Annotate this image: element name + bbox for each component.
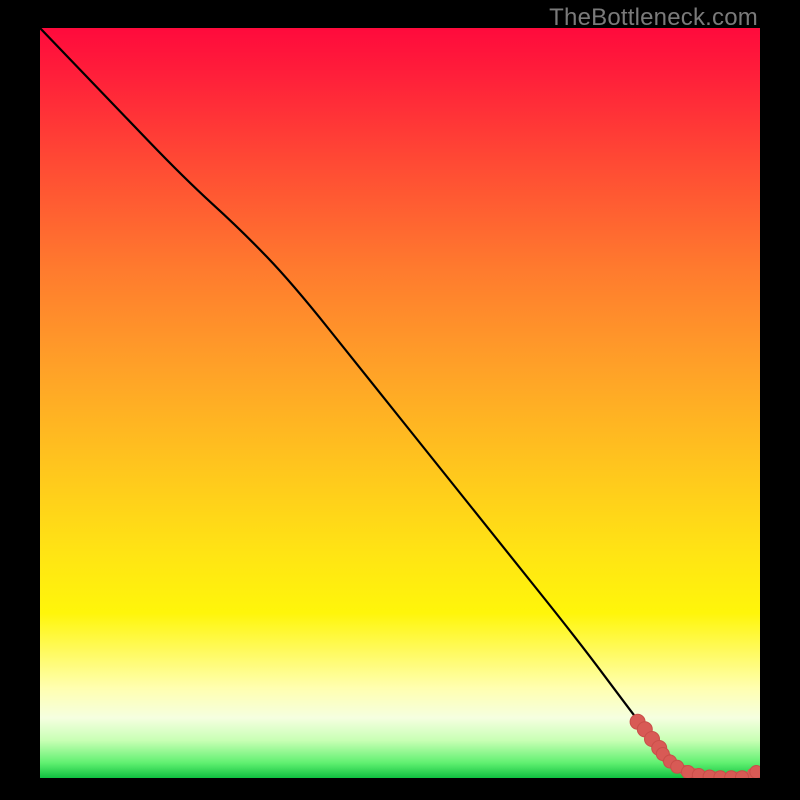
plot-area — [40, 28, 760, 778]
curve-group — [40, 28, 760, 778]
marker-group — [630, 714, 760, 778]
chart-frame: TheBottleneck.com — [0, 0, 800, 800]
marker-dot — [750, 766, 760, 779]
chart-overlay-svg — [40, 28, 760, 778]
bottleneck-curve-line — [40, 28, 760, 778]
